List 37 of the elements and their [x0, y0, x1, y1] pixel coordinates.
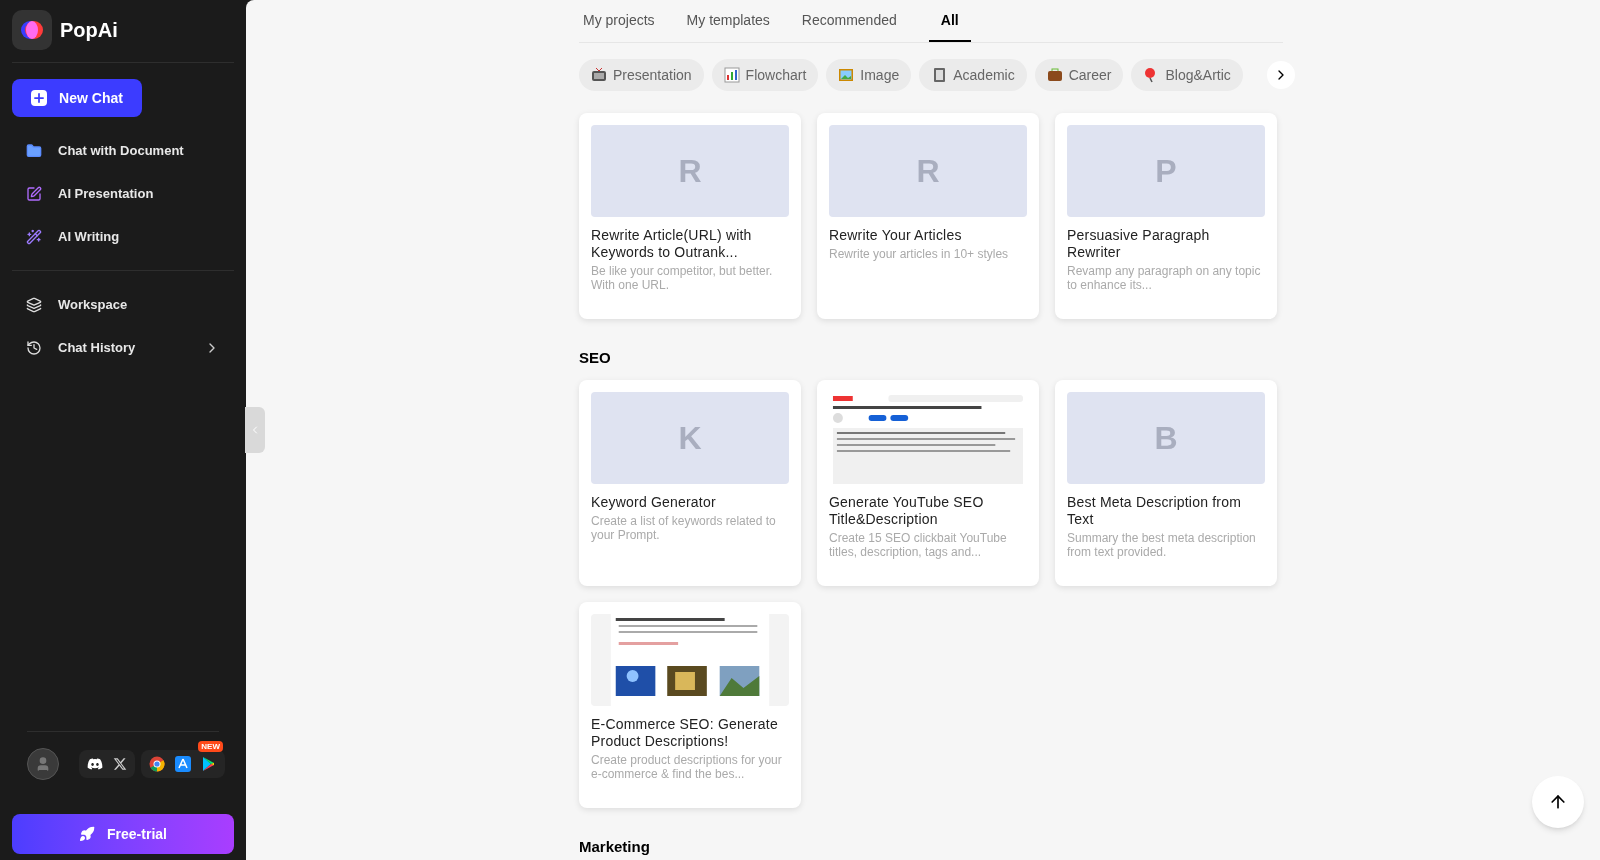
template-card[interactable]: E-Commerce SEO: Generate Product Descriptions! Create product descriptions for your e-commerce & find the bes... [579, 601, 801, 808]
card-description: Summary the best meta description from text provided. [1067, 530, 1257, 559]
sidebar-item[interactable]: Workspace [12, 283, 234, 326]
card-title: E-Commerce SEO: Generate Product Descriptions! [591, 715, 779, 750]
card-description: Create a list of keywords related to your Prompt. [591, 513, 777, 542]
section-title: Marketing [579, 836, 651, 857]
tab[interactable]: My templates [686, 0, 770, 42]
new-badge: NEW [198, 741, 223, 752]
category-chip[interactable]: Image [826, 59, 912, 91]
sidebar-item[interactable]: Chat with Document [12, 129, 234, 172]
sidebar-item[interactable]: AI Presentation [12, 172, 234, 215]
card-description: Rewrite your articles in 10+ styles [829, 247, 1010, 261]
card-title: Keyword Generator [591, 493, 717, 511]
category-chip[interactable]: Academic [919, 59, 1027, 91]
brand-name: PopAi [60, 18, 118, 43]
card-description: Create 15 SEO clickbait YouTube titles, description, tags and... [829, 530, 1008, 559]
card-title: Best Meta Description from Text [1067, 493, 1243, 528]
category-chip[interactable]: Flowchart [711, 59, 819, 91]
card-description: Be like your competitor, but better. With one URL. [591, 264, 774, 292]
template-card[interactable]: Generate YouTube SEO Title&Description Create 15 SEO clickbait YouTube titles, description, tags and... [817, 379, 1039, 586]
category-chip[interactable]: Presentation [579, 59, 704, 91]
card-title: Generate YouTube SEO Title&Description [829, 493, 985, 528]
card-description: Create product descriptions for your e-commerce & find the bes... [591, 752, 783, 781]
section-title: SEO [579, 348, 612, 368]
card-title: Rewrite Article(URL) with Keywords to Outrank... [591, 227, 753, 261]
category-chip[interactable]: Career [1034, 59, 1124, 91]
card-title: Persuasive Paragraph Rewriter [1067, 227, 1211, 261]
tab[interactable]: My projects [583, 0, 655, 42]
sidebar-item[interactable]: AI Writing [12, 215, 234, 258]
card-title: Rewrite Your Articles [829, 227, 963, 244]
category-chip[interactable]: Blog&Artic [1131, 59, 1243, 91]
new-chat-button[interactable]: New Chat [12, 79, 142, 117]
sidebar-item[interactable]: Chat History [12, 326, 234, 369]
card-description: Revamp any paragraph on any topic to enhance its... [1067, 264, 1262, 292]
tab[interactable]: Recommended [801, 0, 897, 42]
free-trial-button[interactable]: Free-trial [12, 814, 234, 854]
tab[interactable]: All [928, 0, 971, 42]
